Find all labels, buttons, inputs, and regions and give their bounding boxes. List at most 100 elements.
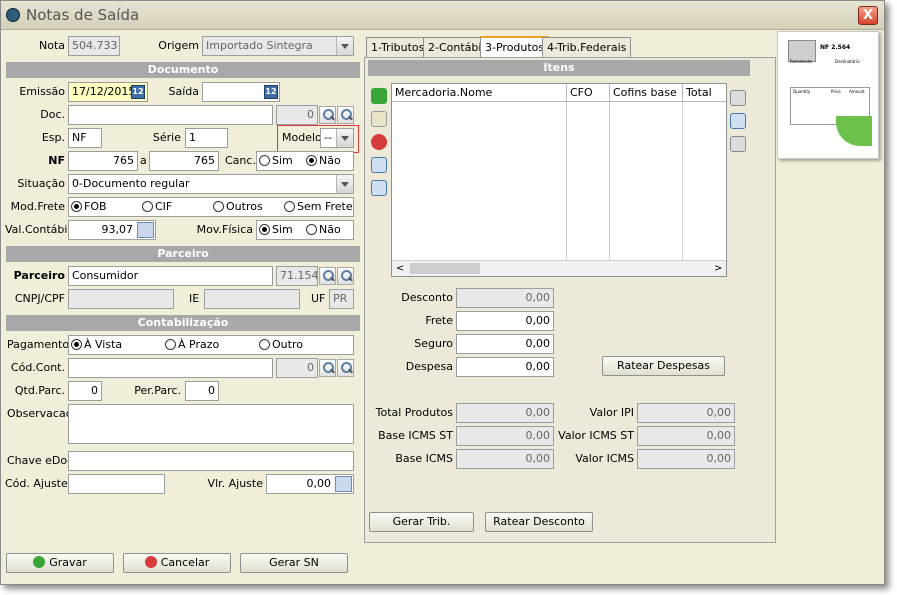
qtdparc-input[interactable]: 0 bbox=[68, 381, 102, 401]
gerar-sn-button[interactable]: Gerar SN bbox=[240, 553, 348, 573]
frete-sem-radio[interactable]: Sem Frete bbox=[284, 200, 353, 213]
despesa-input[interactable]: 0,00 bbox=[456, 357, 554, 377]
tab-tributos[interactable]: 1-Tributos bbox=[366, 37, 430, 57]
frete-cif-radio[interactable]: CIF bbox=[142, 200, 172, 213]
gravar-label: Gravar bbox=[49, 556, 87, 569]
canc-nao-radio[interactable]: Não bbox=[306, 154, 341, 167]
add-icon[interactable] bbox=[371, 88, 387, 104]
column-header[interactable]: CFO bbox=[567, 84, 610, 102]
situacao-select[interactable]: 0-Documento regular bbox=[68, 174, 354, 194]
mov-sim-radio[interactable]: Sim bbox=[259, 223, 293, 236]
canc-sim-radio[interactable]: Sim bbox=[259, 154, 293, 167]
calendar-icon[interactable]: 12 bbox=[264, 85, 278, 99]
column-divider bbox=[567, 102, 610, 260]
parceiro-section: Parceiro bbox=[6, 246, 360, 262]
valoricmsst-input[interactable]: 0,00 bbox=[637, 426, 735, 446]
chave-input[interactable] bbox=[68, 451, 354, 471]
mov-sim-label: Sim bbox=[272, 223, 293, 236]
window-icon[interactable] bbox=[371, 157, 387, 173]
scrollbar-thumb[interactable] bbox=[410, 263, 480, 274]
itens-grid[interactable]: Mercadoria.Nome CFO Cofins base Total < … bbox=[391, 83, 727, 277]
tab-trib-federais[interactable]: 4-Trib.Federais bbox=[542, 37, 632, 57]
nf-from-input[interactable]: 765 bbox=[68, 151, 138, 171]
nota-label: Nota bbox=[38, 39, 65, 52]
search-icon[interactable] bbox=[337, 267, 354, 285]
cnpj-input[interactable] bbox=[68, 289, 174, 309]
gravar-button[interactable]: Gravar bbox=[6, 553, 114, 573]
tools-icon[interactable] bbox=[730, 90, 746, 106]
frete-fob-radio[interactable]: FOB bbox=[71, 200, 107, 213]
parceiro-input[interactable]: Consumidor bbox=[68, 266, 273, 286]
esp-input[interactable]: NF bbox=[68, 128, 102, 148]
desconto-label: Desconto bbox=[401, 291, 453, 304]
search-icon[interactable] bbox=[319, 267, 336, 285]
baseicms-input[interactable]: 0,00 bbox=[456, 449, 554, 469]
ie-input[interactable] bbox=[204, 289, 300, 309]
ratear-desconto-button[interactable]: Ratear Desconto bbox=[485, 512, 593, 532]
pag-prazo-radio[interactable]: À Prazo bbox=[165, 338, 219, 351]
doc-number[interactable]: 0 bbox=[276, 105, 318, 125]
search-icon[interactable] bbox=[319, 106, 336, 124]
mov-nao-radio[interactable]: Não bbox=[306, 223, 341, 236]
esp-label: Esp. bbox=[41, 131, 65, 144]
chevron-right-icon[interactable]: > bbox=[714, 263, 722, 274]
codcont-input[interactable] bbox=[68, 358, 273, 378]
uf-label: UF bbox=[311, 292, 326, 305]
seguro-input[interactable]: 0,00 bbox=[456, 334, 554, 354]
search-icon[interactable] bbox=[319, 359, 336, 377]
horizontal-scrollbar[interactable]: < > bbox=[392, 260, 726, 276]
calendar-icon[interactable]: 12 bbox=[131, 85, 145, 99]
nf-to-input[interactable]: 765 bbox=[149, 151, 219, 171]
radio-icon bbox=[284, 201, 295, 212]
column-header[interactable]: Cofins base bbox=[610, 84, 683, 102]
frete-input[interactable]: 0,00 bbox=[456, 311, 554, 331]
gerar-trib-button[interactable]: Gerar Trib. bbox=[369, 512, 474, 532]
delete-icon[interactable] bbox=[371, 134, 387, 150]
app-icon bbox=[6, 8, 20, 22]
search-icon[interactable] bbox=[337, 359, 354, 377]
valoripi-input[interactable]: 0,00 bbox=[637, 403, 735, 423]
uf-input[interactable]: PR bbox=[329, 289, 354, 309]
print-icon[interactable] bbox=[730, 136, 746, 152]
chevron-down-icon[interactable] bbox=[336, 175, 353, 193]
codajuste-input[interactable] bbox=[68, 474, 165, 494]
chevron-left-icon[interactable]: < bbox=[396, 263, 404, 274]
window-edit-icon[interactable] bbox=[371, 180, 387, 196]
calculator-icon[interactable] bbox=[335, 476, 352, 492]
ratear-despesas-button[interactable]: Ratear Despesas bbox=[602, 356, 725, 376]
radio-icon bbox=[306, 224, 317, 235]
perparc-input[interactable]: 0 bbox=[185, 381, 219, 401]
desconto-input[interactable]: 0,00 bbox=[456, 288, 554, 308]
pagamento-label: Pagamento bbox=[7, 338, 70, 351]
serie-input[interactable]: 1 bbox=[185, 128, 228, 148]
tab-produtos[interactable]: 3-Produtos bbox=[480, 36, 550, 58]
frete-cif-label: CIF bbox=[155, 200, 173, 213]
nota-field[interactable]: 504.733 bbox=[68, 36, 120, 56]
parceiro-code[interactable]: 71.154 bbox=[276, 266, 318, 286]
search-icon[interactable] bbox=[337, 106, 354, 124]
mov-nao-label: Não bbox=[319, 223, 341, 236]
close-button[interactable]: X bbox=[858, 6, 878, 25]
modelo-select[interactable]: -- bbox=[320, 128, 354, 148]
baseicmsst-input[interactable]: 0,00 bbox=[456, 426, 554, 446]
column-header[interactable]: Total bbox=[683, 84, 726, 102]
pag-vista-radio[interactable]: À Vista bbox=[71, 338, 122, 351]
chevron-down-icon[interactable] bbox=[336, 37, 353, 55]
serie-label: Série bbox=[152, 131, 181, 144]
cancelar-button[interactable]: Cancelar bbox=[123, 553, 231, 573]
column-header[interactable]: Mercadoria.Nome bbox=[392, 84, 567, 102]
codcont-number[interactable]: 0 bbox=[276, 358, 318, 378]
edit-icon[interactable] bbox=[371, 111, 387, 127]
calculator-icon[interactable] bbox=[137, 222, 154, 238]
obs-textarea[interactable] bbox=[68, 404, 354, 444]
despesa-label: Despesa bbox=[405, 360, 453, 373]
origem-select[interactable]: Importado Sintegra bbox=[202, 36, 354, 56]
valoricms-input[interactable]: 0,00 bbox=[637, 449, 735, 469]
doc-input[interactable] bbox=[68, 105, 273, 125]
frete-outros-radio[interactable]: Outros bbox=[213, 200, 263, 213]
chevron-down-icon[interactable] bbox=[336, 129, 353, 147]
doc-label: Doc. bbox=[40, 108, 65, 121]
totalprod-input[interactable]: 0,00 bbox=[456, 403, 554, 423]
export-icon[interactable] bbox=[730, 113, 746, 129]
pag-outro-radio[interactable]: Outro bbox=[259, 338, 303, 351]
